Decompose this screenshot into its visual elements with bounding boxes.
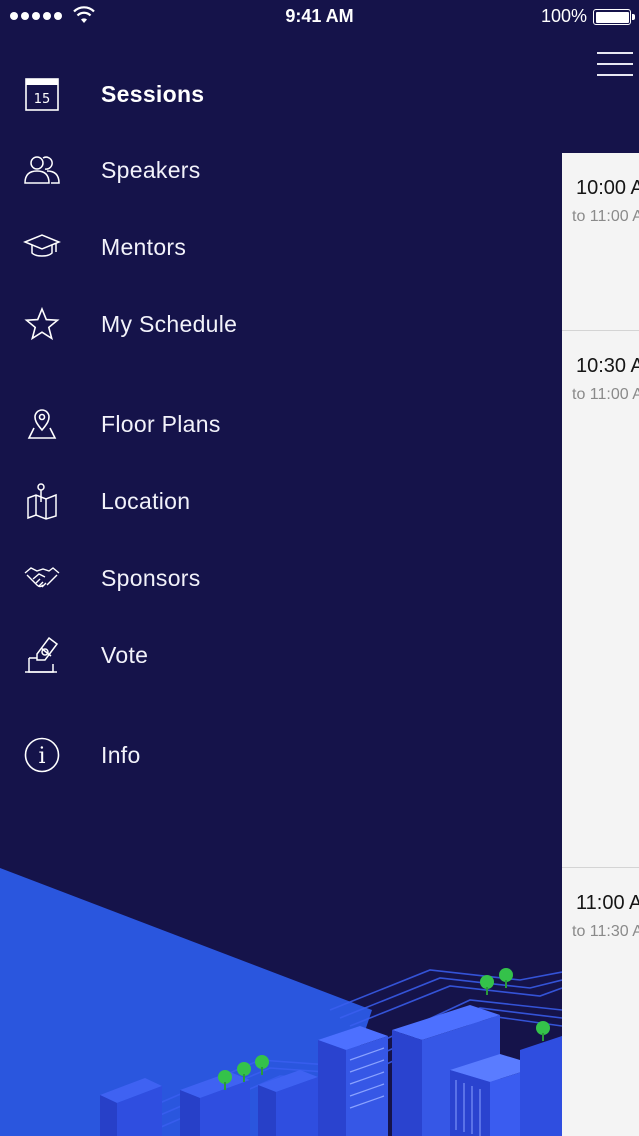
battery-icon [593, 9, 635, 25]
people-icon [22, 150, 62, 190]
session-end-time: to 11:00 AM [572, 386, 639, 403]
svg-text:15: 15 [34, 92, 51, 107]
menu-toggle-button[interactable] [597, 52, 633, 78]
list-item[interactable]: 11:00 AM to 11:30 AM [562, 868, 639, 1136]
menu-item-mentors[interactable]: Mentors [0, 217, 560, 277]
handshake-icon [22, 558, 62, 598]
info-icon: i [22, 735, 62, 775]
menu-item-label: Sponsors [101, 564, 201, 591]
menu-item-label: My Schedule [101, 310, 238, 337]
menu-item-sessions[interactable]: 15 Sessions [0, 64, 560, 124]
graduation-cap-icon [22, 227, 62, 267]
session-start-time: 10:00 AM [576, 177, 639, 199]
menu-item-vote[interactable]: Vote [0, 625, 560, 685]
map-pin-icon [22, 404, 62, 444]
list-item[interactable]: 10:00 AM to 11:00 AM [562, 153, 639, 331]
menu-item-label: Speakers [101, 156, 201, 183]
svg-text:i: i [38, 744, 45, 769]
status-bar: 9:41 AM 100% [0, 0, 639, 34]
map-icon [22, 481, 62, 521]
session-start-time: 11:00 AM [576, 892, 639, 914]
calendar-icon: 15 [22, 74, 62, 114]
menu-item-speakers[interactable]: Speakers [0, 140, 560, 200]
menu-item-label: Vote [101, 641, 149, 668]
menu-item-floor-plans[interactable]: Floor Plans [0, 394, 560, 454]
session-end-time: to 11:00 AM [572, 208, 639, 225]
menu-item-my-schedule[interactable]: My Schedule [0, 294, 560, 354]
menu-item-label: Info [101, 741, 141, 768]
menu-item-label: Floor Plans [101, 410, 221, 437]
session-end-time: to 11:30 AM [572, 923, 639, 940]
list-item[interactable]: 10:30 AM to 11:00 AM [562, 331, 639, 868]
menu-item-label: Sessions [101, 80, 205, 107]
star-icon [22, 304, 62, 344]
ballot-icon [22, 635, 62, 675]
battery-percentage: 100% [540, 6, 587, 26]
sessions-list[interactable]: 10:00 AM to 11:00 AM 10:30 AM to 11:00 A… [562, 153, 639, 1136]
menu-item-location[interactable]: Location [0, 471, 560, 531]
menu-item-info[interactable]: i Info [0, 725, 560, 785]
city-illustration [0, 868, 562, 1136]
session-start-time: 10:30 AM [576, 355, 639, 377]
menu-item-label: Location [101, 487, 191, 514]
menu-item-sponsors[interactable]: Sponsors [0, 548, 560, 608]
menu-item-label: Mentors [101, 233, 187, 260]
